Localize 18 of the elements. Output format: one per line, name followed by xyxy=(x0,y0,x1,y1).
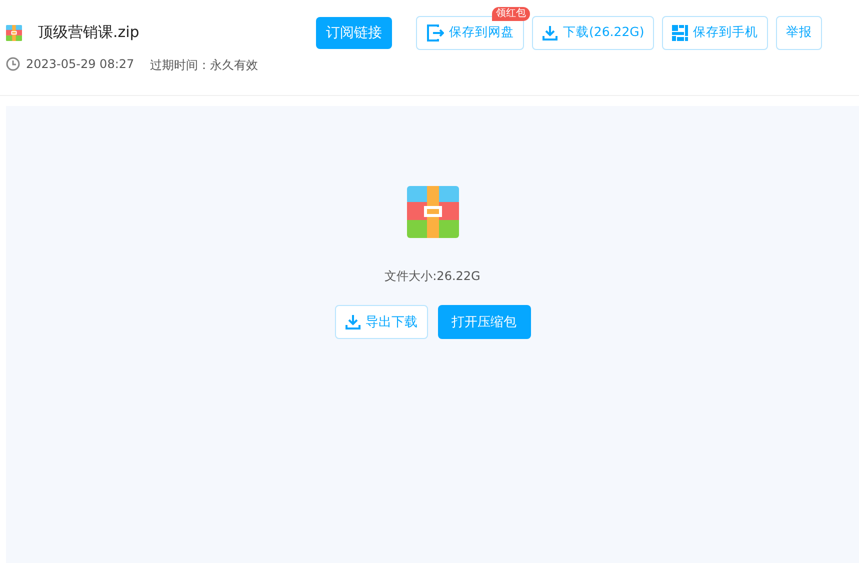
subscribe-button[interactable]: 订阅链接 xyxy=(316,16,392,48)
export-icon xyxy=(426,24,444,42)
archive-icon xyxy=(406,186,458,238)
open-archive-button[interactable]: 打开压缩包 xyxy=(438,305,530,339)
clock-icon xyxy=(6,57,20,71)
file-title: 顶级营销课.zip xyxy=(38,23,140,42)
action-button[interactable]: 举报 xyxy=(776,16,822,50)
export-download-button[interactable]: 导出下载 xyxy=(334,305,428,339)
qr-code-icon xyxy=(672,24,688,40)
action-button[interactable]: 下载(26.22G) xyxy=(532,16,654,50)
download-icon xyxy=(344,314,360,330)
file-size: 文件大小:26.22G xyxy=(384,268,480,285)
archive-icon xyxy=(6,24,22,40)
action-button[interactable]: 保存到手机 xyxy=(662,16,768,50)
expiry-text: 过期时间：永久有效 xyxy=(150,57,258,74)
download-icon xyxy=(542,24,558,40)
promo-badge: 领红包 xyxy=(492,6,530,20)
upload-date: 2023-05-29 08:27 xyxy=(26,57,134,71)
